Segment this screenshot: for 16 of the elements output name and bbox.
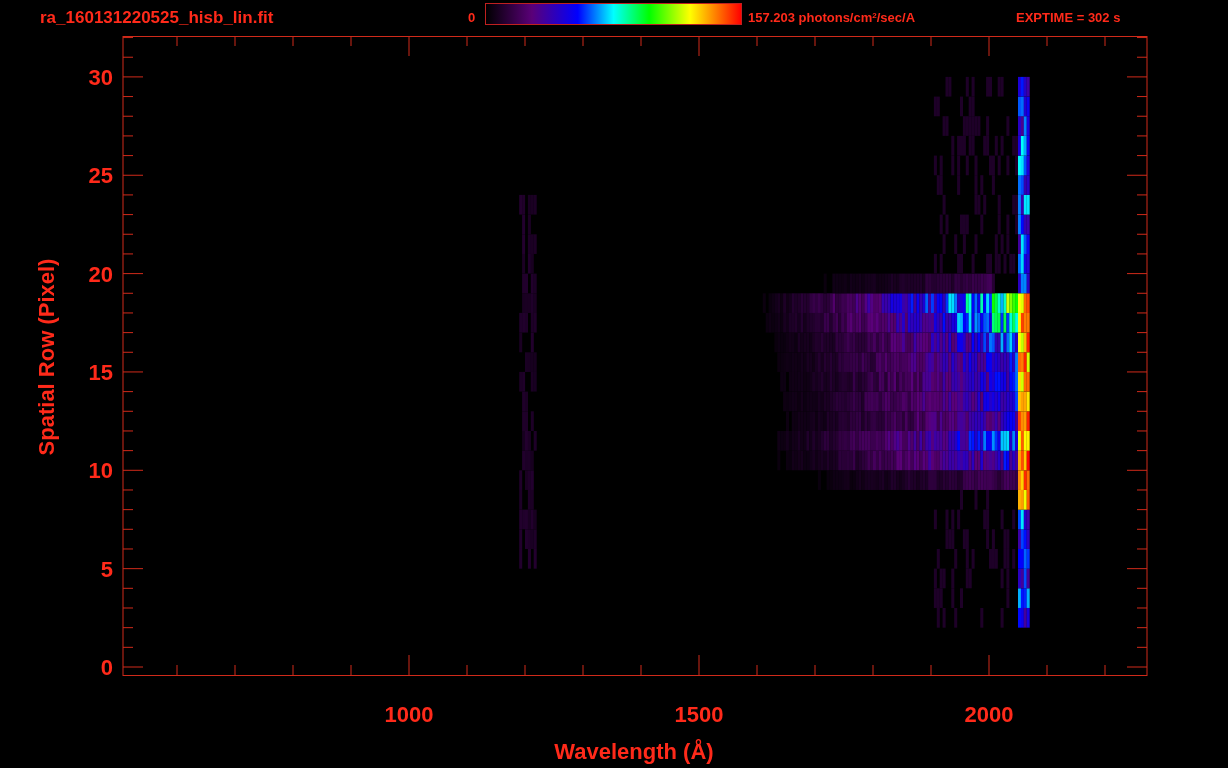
- y-tick-label: 10: [88, 458, 113, 484]
- y-tick-label: 20: [88, 261, 113, 287]
- y-tick-label: 0: [100, 655, 113, 680]
- y-tick-label: 30: [88, 64, 113, 90]
- x-axis-label: Wavelength (Å): [554, 739, 714, 764]
- y-axis-label: Spatial Row (Pixel): [34, 258, 59, 456]
- y-tick-label: 15: [88, 359, 113, 385]
- y-tick-label: 5: [100, 556, 113, 582]
- colorbar-min-label: 0: [468, 9, 477, 28]
- y-tick-label: 25: [88, 163, 113, 189]
- colorbar-max-label: 157.203 photons/cm$^{2}$/sec/A: [748, 9, 917, 28]
- x-tick-label: 1500: [674, 702, 724, 727]
- x-tick-label: 1000: [384, 702, 434, 727]
- exposure-time: EXPTIME = 302 s: [1016, 9, 1121, 28]
- x-tick-label: 2000: [964, 702, 1014, 727]
- file-name: ra_160131220525_hisb_lin.fit: [40, 7, 275, 30]
